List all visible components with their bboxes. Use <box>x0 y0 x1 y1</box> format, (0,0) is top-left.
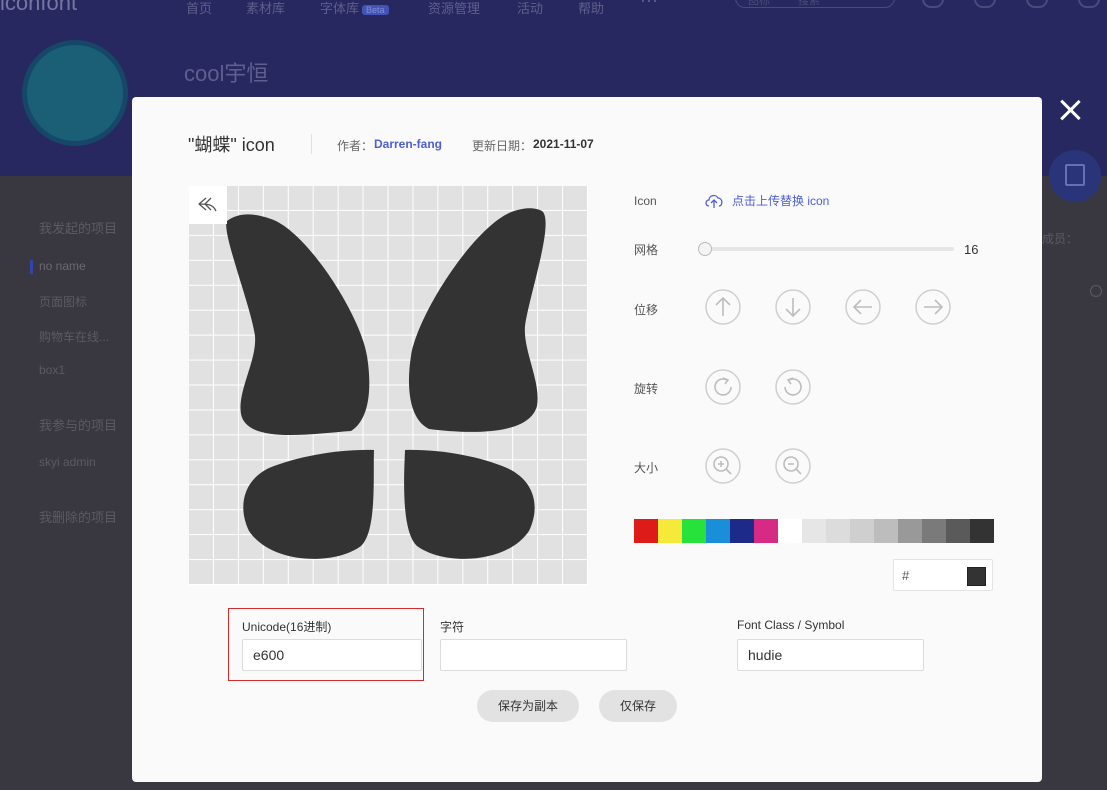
move-up-button[interactable] <box>705 289 741 325</box>
icon-edit-dialog: "蝴蝶" icon 作者： Darren-fang 更新日期： 2021-11-… <box>132 97 1042 782</box>
color-swatch[interactable] <box>922 519 946 543</box>
undo-icon <box>198 197 217 212</box>
char-field[interactable] <box>440 639 627 671</box>
save-copy-button[interactable]: 保存为副本 <box>477 690 579 722</box>
color-swatch[interactable] <box>730 519 754 543</box>
zoom-in-button[interactable] <box>705 448 741 484</box>
color-hex-input[interactable]: # <box>893 559 993 591</box>
color-swatch[interactable] <box>754 519 778 543</box>
dialog-title: "蝴蝶" icon <box>188 135 275 155</box>
date-label: 更新日期： <box>472 139 533 153</box>
color-swatch[interactable] <box>658 519 682 543</box>
fontclass-label: Font Class / Symbol <box>737 618 845 632</box>
rotate-clockwise-button[interactable] <box>705 369 741 405</box>
move-right-button[interactable] <box>915 289 951 325</box>
undo-button[interactable] <box>189 186 227 224</box>
color-swatch[interactable] <box>898 519 922 543</box>
rotate-label: 旋转 <box>634 382 659 396</box>
cloud-upload-icon <box>705 194 723 208</box>
color-swatch[interactable] <box>970 519 994 543</box>
color-swatch[interactable] <box>778 519 802 543</box>
butterfly-icon <box>226 208 546 559</box>
move-down-button[interactable] <box>775 289 811 325</box>
unicode-input[interactable] <box>242 639 422 671</box>
icon-label: Icon <box>634 194 657 208</box>
update-date: 2021-11-07 <box>533 137 594 151</box>
author-label: 作者： <box>337 139 374 153</box>
color-swatch[interactable] <box>946 519 970 543</box>
color-swatch[interactable] <box>634 519 658 543</box>
move-left-button[interactable] <box>845 289 881 325</box>
close-icon[interactable] <box>1058 98 1082 122</box>
icon-canvas[interactable] <box>189 186 588 585</box>
size-label: 大小 <box>634 461 659 475</box>
move-label: 位移 <box>634 303 659 317</box>
grid-slider[interactable] <box>704 247 954 251</box>
upload-replace-link[interactable]: 点击上传替换 icon <box>704 192 829 209</box>
color-swatch[interactable] <box>826 519 850 543</box>
grid-value: 16 <box>964 242 979 257</box>
color-palette <box>634 519 994 543</box>
grid-slider-handle[interactable] <box>698 242 712 256</box>
color-swatch[interactable] <box>706 519 730 543</box>
hex-prefix: # <box>902 568 910 583</box>
fontclass-input[interactable] <box>737 639 924 671</box>
color-swatch[interactable] <box>682 519 706 543</box>
author-link[interactable]: Darren-fang <box>374 137 442 151</box>
grid-label: 网格 <box>634 243 659 257</box>
char-label: 字符 <box>440 620 465 634</box>
current-color-chip[interactable] <box>967 567 986 586</box>
color-swatch[interactable] <box>874 519 898 543</box>
unicode-label: Unicode(16进制) <box>242 620 332 634</box>
rotate-counterclockwise-button[interactable] <box>775 369 811 405</box>
save-button[interactable]: 仅保存 <box>599 690 677 722</box>
upload-label: 点击上传替换 icon <box>732 194 830 208</box>
title-divider <box>311 134 312 154</box>
zoom-out-button[interactable] <box>775 448 811 484</box>
color-swatch[interactable] <box>850 519 874 543</box>
color-swatch[interactable] <box>802 519 826 543</box>
